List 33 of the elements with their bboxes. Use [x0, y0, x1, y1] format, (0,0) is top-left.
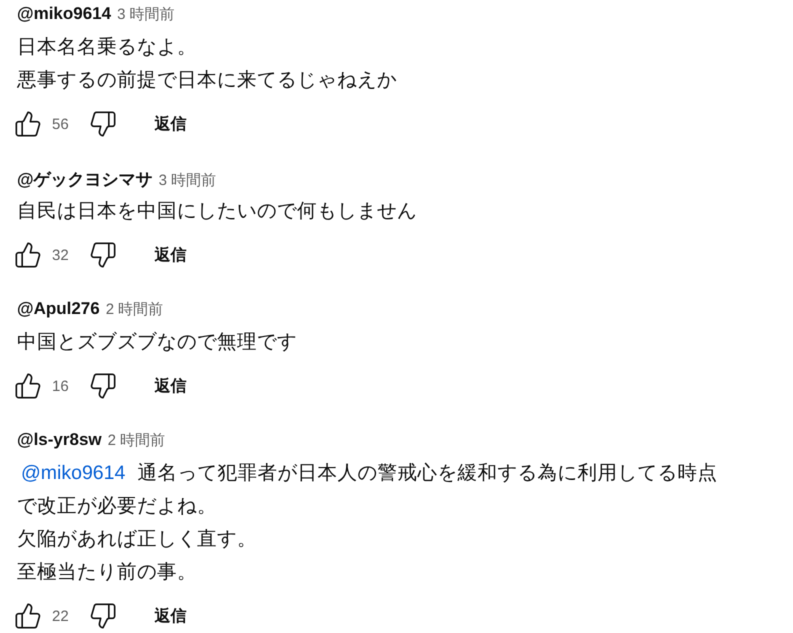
thumbs-down-icon[interactable] — [88, 372, 117, 400]
like-count: 56 — [52, 116, 69, 132]
comment-text: @miko9614 通名って犯罪者が日本人の警戒心を緩和する為に利用してる時点 — [20, 461, 718, 486]
comment-time: 2 時間前 — [106, 300, 164, 319]
thumbs-down-icon[interactable] — [88, 110, 117, 138]
mention-link[interactable]: @miko9614 — [21, 462, 126, 484]
comment-text: 悪事するの前提で日本に来てるじゃねえか — [17, 68, 398, 93]
like-count: 16 — [52, 378, 69, 394]
thumbs-up-icon[interactable] — [14, 372, 42, 400]
comment-time: 3 時間前 — [158, 171, 216, 190]
reply-button[interactable]: 返信 — [154, 244, 187, 266]
comment-author[interactable]: @miko9614 — [17, 4, 112, 24]
comment-text: で改正が必要だよね。 — [17, 494, 218, 519]
reply-button[interactable]: 返信 — [154, 114, 187, 134]
like-count: 22 — [52, 608, 69, 624]
comment-author[interactable]: @ls-yr8sw — [17, 430, 102, 450]
thumbs-up-icon[interactable] — [14, 241, 42, 269]
comment-time: 3 時間前 — [117, 5, 175, 24]
comment-text: 至極当たり前の事。 — [17, 560, 198, 585]
reply-button[interactable]: 返信 — [154, 376, 187, 396]
thumbs-down-icon[interactable] — [88, 602, 117, 630]
comment-text: 中国とズブズブなので無理です — [17, 330, 298, 355]
thumbs-down-icon[interactable] — [88, 241, 117, 269]
thumbs-up-icon[interactable] — [14, 110, 42, 138]
thumbs-up-icon[interactable] — [14, 602, 42, 630]
comment-author[interactable]: @Apul276 — [17, 299, 100, 319]
comment-time: 2 時間前 — [108, 431, 166, 450]
comment-text: 欠陥があれば正しく直す。 — [17, 527, 258, 552]
comment-text: 日本名名乗るなよ。 — [17, 35, 198, 60]
comment-text: 自民は日本を中国にしたいので何もしません — [17, 199, 418, 224]
reply-button[interactable]: 返信 — [154, 606, 187, 626]
comment-author[interactable]: @ゲックヨシマサ — [17, 168, 153, 191]
like-count: 32 — [52, 246, 69, 264]
